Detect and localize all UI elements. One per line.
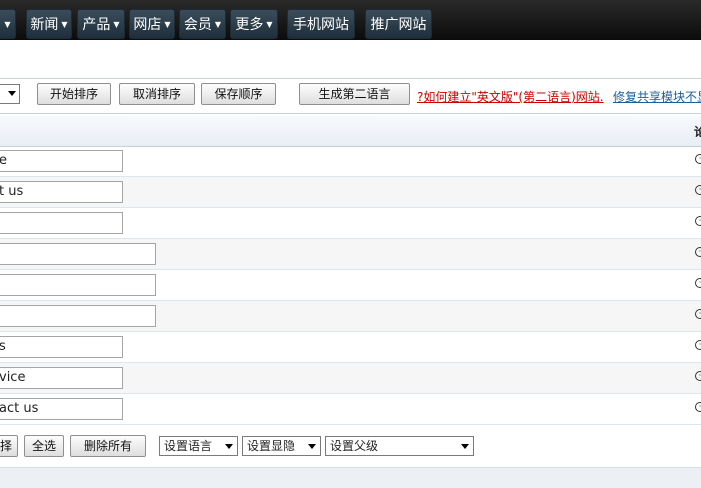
menu-name-input[interactable] xyxy=(0,212,123,234)
table-row: act us · xyxy=(0,394,701,425)
chevron-down-icon: ▼ xyxy=(113,20,120,29)
nav-item-mobile-site[interactable]: 手机网站 xyxy=(287,9,355,39)
nav-item-label: 网店 xyxy=(133,17,162,33)
nav-item-label: 更多 xyxy=(235,17,264,33)
bottom-action-bar: 择 全选 删除所有 设置语言 设置显隐 设置父级 xyxy=(0,425,701,467)
table-header: 论 xyxy=(0,116,701,147)
nav-item-promo-site[interactable]: 推广网站 xyxy=(365,9,432,39)
clock-icon[interactable]: · xyxy=(695,154,701,164)
menu-name-input[interactable] xyxy=(0,305,156,327)
set-parent-label: 设置父级 xyxy=(330,439,379,453)
clock-icon[interactable]: · xyxy=(695,309,701,319)
chevron-down-icon: ▼ xyxy=(61,20,68,29)
clock-icon[interactable]: · xyxy=(695,402,701,412)
chevron-down-icon: ▼ xyxy=(266,20,273,29)
set-visibility-select[interactable]: 设置显隐 xyxy=(242,436,321,456)
menu-name-input[interactable]: e xyxy=(0,150,123,172)
chevron-down-icon: ▼ xyxy=(4,20,11,29)
nav-item-label: 产品 xyxy=(82,17,111,33)
set-language-select[interactable]: 设置语言 xyxy=(159,436,238,456)
table-row: · xyxy=(0,208,701,239)
table-row: t us · xyxy=(0,177,701,208)
divider xyxy=(0,113,701,114)
menu-name-input[interactable]: vice xyxy=(0,367,123,389)
nav-item-news[interactable]: 新闻 ▼ xyxy=(26,9,72,39)
set-language-label: 设置语言 xyxy=(164,439,213,453)
menu-name-input[interactable]: s xyxy=(0,336,123,358)
column-header: 论 xyxy=(694,125,701,139)
clock-icon[interactable]: · xyxy=(695,340,701,350)
nav-item-label: 推广网站 xyxy=(370,17,427,33)
cancel-sort-button[interactable]: 取消排序 xyxy=(119,83,195,105)
select-all-button[interactable]: 全选 xyxy=(24,435,64,457)
second-language-help-link[interactable]: ?如何建立"英文版"(第二语言)网站. xyxy=(417,88,604,105)
table-row: · xyxy=(0,239,701,270)
select-button[interactable]: 择 xyxy=(0,435,18,457)
top-nav: ▼ 新闻 ▼ 产品 ▼ 网店 ▼ 会员 ▼ 更多 ▼ 手机网站 推广网站 xyxy=(0,0,701,40)
menu-name-input[interactable]: t us xyxy=(0,181,123,203)
footer-bar xyxy=(0,467,701,488)
nav-item-shop[interactable]: 网店 ▼ xyxy=(129,9,175,39)
clock-icon[interactable]: · xyxy=(695,247,701,257)
menu-name-input[interactable] xyxy=(0,274,156,296)
chevron-down-icon xyxy=(308,444,316,449)
nav-item-more[interactable]: 更多 ▼ xyxy=(230,9,278,39)
nav-item-label: 新闻 xyxy=(30,17,59,33)
chevron-down-icon xyxy=(8,91,16,96)
clock-icon[interactable]: · xyxy=(695,278,701,288)
nav-item-partial[interactable]: ▼ xyxy=(0,9,16,39)
clock-icon[interactable]: · xyxy=(695,216,701,226)
set-parent-select[interactable]: 设置父级 xyxy=(325,436,474,456)
repair-shared-modules-link[interactable]: 修复共享模块不显 xyxy=(613,88,701,105)
nav-item-members[interactable]: 会员 ▼ xyxy=(179,9,226,39)
chevron-down-icon: ▼ xyxy=(214,20,222,29)
divider xyxy=(0,78,701,79)
chevron-down-icon: ▼ xyxy=(164,20,171,29)
nav-item-label: 手机网站 xyxy=(293,17,349,33)
menu-name-input[interactable] xyxy=(0,243,156,265)
menu-name-input[interactable]: act us xyxy=(0,398,123,420)
chevron-down-icon xyxy=(461,444,469,449)
sort-select[interactable] xyxy=(0,84,20,104)
generate-second-language-button[interactable]: 生成第二语言 xyxy=(299,83,410,105)
set-visibility-label: 设置显隐 xyxy=(247,439,296,453)
table-row: vice · xyxy=(0,363,701,394)
chevron-down-icon xyxy=(225,444,233,449)
table-row: · xyxy=(0,270,701,301)
start-sort-button[interactable]: 开始排序 xyxy=(37,83,111,105)
clock-icon[interactable]: · xyxy=(695,371,701,381)
save-order-button[interactable]: 保存顺序 xyxy=(201,83,276,105)
table-row: s · xyxy=(0,332,701,363)
nav-item-label: 会员 xyxy=(183,17,212,33)
table-row: e · xyxy=(0,146,701,177)
clock-icon[interactable]: · xyxy=(695,185,701,195)
nav-item-products[interactable]: 产品 ▼ xyxy=(77,9,125,39)
delete-all-button[interactable]: 删除所有 xyxy=(70,435,146,457)
table-row: · xyxy=(0,301,701,332)
